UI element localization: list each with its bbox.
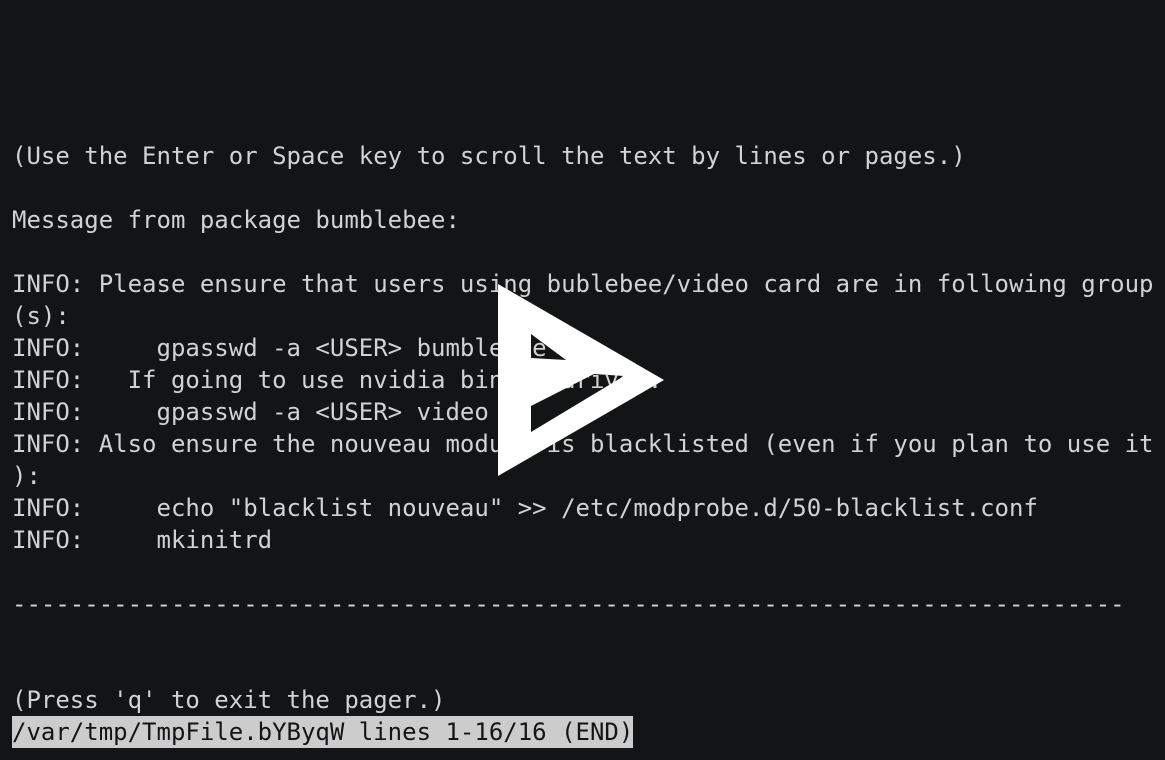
terminal-line: (s): bbox=[12, 302, 70, 330]
terminal-line: INFO: echo "blacklist nouveau" >> /etc/m… bbox=[12, 494, 1038, 522]
separator-line: ----------------------------------------… bbox=[12, 590, 1125, 618]
terminal-window[interactable]: (Use the Enter or Space key to scroll th… bbox=[0, 0, 1165, 760]
terminal-line: Message from package bumblebee: bbox=[12, 206, 460, 234]
terminal-line: INFO: mkinitrd bbox=[12, 526, 273, 554]
pager-exit-hint: (Press 'q' to exit the pager.) bbox=[12, 686, 446, 714]
terminal-line: INFO: gpasswd -a <USER> bumblebee bbox=[12, 334, 547, 362]
terminal-line: (Use the Enter or Space key to scroll th… bbox=[12, 142, 966, 170]
pager-status-bar: /var/tmp/TmpFile.bYByqW lines 1-16/16 (E… bbox=[12, 716, 634, 748]
play-icon[interactable] bbox=[498, 284, 668, 478]
terminal-line: ): bbox=[12, 462, 41, 490]
terminal-line: INFO: gpasswd -a <USER> video bbox=[12, 398, 489, 426]
